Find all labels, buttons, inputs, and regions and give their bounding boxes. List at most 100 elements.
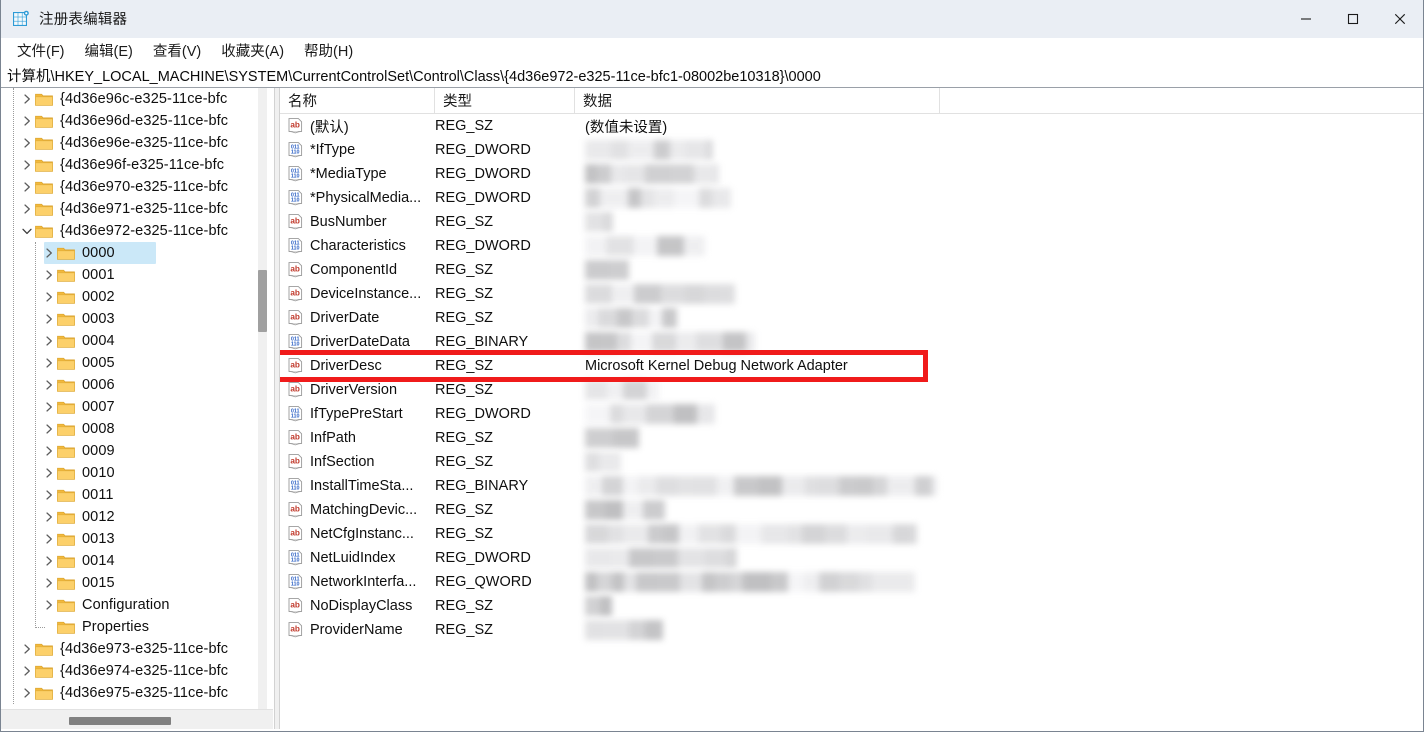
tree-item-0014[interactable]: 0014 bbox=[1, 550, 259, 572]
table-row[interactable]: ab InfSection REG_SZ bbox=[280, 450, 1423, 474]
table-row[interactable]: 011 110 NetLuidIndex REG_DWORD bbox=[280, 546, 1423, 570]
chevron-right-icon[interactable] bbox=[19, 132, 35, 154]
chevron-right-icon[interactable] bbox=[41, 264, 57, 286]
table-row[interactable]: 011 110 NetworkInterfa... REG_QWORD bbox=[280, 570, 1423, 594]
tree-item-label: 0011 bbox=[82, 487, 114, 503]
tree-item-0008[interactable]: 0008 bbox=[1, 418, 259, 440]
chevron-right-icon[interactable] bbox=[19, 154, 35, 176]
table-row[interactable]: 011 110 DriverDateData REG_BINARY bbox=[280, 330, 1423, 354]
tree-item-0007[interactable]: 0007 bbox=[1, 396, 259, 418]
close-button[interactable] bbox=[1376, 0, 1423, 37]
chevron-right-icon[interactable] bbox=[19, 88, 35, 110]
chevron-down-icon[interactable] bbox=[19, 220, 35, 242]
tree-item-0009[interactable]: 0009 bbox=[1, 440, 259, 462]
tree-item-0000[interactable]: 0000 bbox=[1, 242, 259, 264]
table-row[interactable]: ab MatchingDevic... REG_SZ bbox=[280, 498, 1423, 522]
table-row[interactable]: 011 110 IfTypePreStart REG_DWORD bbox=[280, 402, 1423, 426]
table-row[interactable]: ab (默认) REG_SZ (数值未设置) bbox=[280, 114, 1423, 138]
value-name-label: Characteristics bbox=[310, 238, 406, 254]
table-row[interactable]: ab NoDisplayClass REG_SZ bbox=[280, 594, 1423, 618]
chevron-right-icon[interactable] bbox=[41, 308, 57, 330]
chevron-right-icon[interactable] bbox=[41, 330, 57, 352]
menu-favorites[interactable]: 收藏夹(A) bbox=[212, 38, 293, 64]
tree-item-4d36e96fe32511cebfc[interactable]: {4d36e96f-e325-11ce-bfc bbox=[1, 154, 259, 176]
value-name-label: *IfType bbox=[310, 142, 356, 158]
redacted-value-blur bbox=[585, 380, 659, 400]
chevron-right-icon[interactable] bbox=[19, 682, 35, 704]
chevron-right-icon[interactable] bbox=[41, 484, 57, 506]
svg-text:110: 110 bbox=[291, 582, 300, 588]
chevron-right-icon[interactable] bbox=[19, 176, 35, 198]
chevron-right-icon[interactable] bbox=[41, 550, 57, 572]
table-row[interactable]: ab NetCfgInstanc... REG_SZ bbox=[280, 522, 1423, 546]
chevron-right-icon[interactable] bbox=[41, 462, 57, 484]
tree-item-0011[interactable]: 0011 bbox=[1, 484, 259, 506]
chevron-right-icon[interactable] bbox=[41, 352, 57, 374]
tree-item-4d36e974e32511cebfc[interactable]: {4d36e974-e325-11ce-bfc bbox=[1, 660, 259, 682]
menu-file[interactable]: 文件(F) bbox=[8, 38, 74, 64]
table-row[interactable]: ab BusNumber REG_SZ bbox=[280, 210, 1423, 234]
chevron-right-icon[interactable] bbox=[19, 638, 35, 660]
chevron-right-icon[interactable] bbox=[41, 572, 57, 594]
tree-item-4d36e96ce32511cebfc[interactable]: {4d36e96c-e325-11ce-bfc bbox=[1, 88, 259, 110]
tree-item-4d36e970e32511cebfc[interactable]: {4d36e970-e325-11ce-bfc bbox=[1, 176, 259, 198]
chevron-right-icon[interactable] bbox=[41, 374, 57, 396]
chevron-right-icon[interactable] bbox=[41, 528, 57, 550]
registry-tree[interactable]: {4d36e96c-e325-11ce-bfc {4d36e96d-e325-11… bbox=[1, 88, 259, 710]
tree-item-0010[interactable]: 0010 bbox=[1, 462, 259, 484]
chevron-right-icon[interactable] bbox=[41, 242, 57, 264]
table-row[interactable]: 011 110 Characteristics REG_DWORD bbox=[280, 234, 1423, 258]
tree-item-4d36e96ee32511cebfc[interactable]: {4d36e96e-e325-11ce-bfc bbox=[1, 132, 259, 154]
chevron-right-icon[interactable] bbox=[41, 418, 57, 440]
tree-item-configuration[interactable]: Configuration bbox=[1, 594, 259, 616]
tree-item-0015[interactable]: 0015 bbox=[1, 572, 259, 594]
folder-icon bbox=[57, 620, 75, 634]
table-row[interactable]: ab DeviceInstance... REG_SZ bbox=[280, 282, 1423, 306]
tree-item-0012[interactable]: 0012 bbox=[1, 506, 259, 528]
table-row[interactable]: ab InfPath REG_SZ bbox=[280, 426, 1423, 450]
tree-item-4d36e96de32511cebfc[interactable]: {4d36e96d-e325-11ce-bfc bbox=[1, 110, 259, 132]
tree-item-0004[interactable]: 0004 bbox=[1, 330, 259, 352]
tree-item-4d36e973e32511cebfc[interactable]: {4d36e973-e325-11ce-bfc bbox=[1, 638, 259, 660]
tree-item-4d36e975e32511cebfc[interactable]: {4d36e975-e325-11ce-bfc bbox=[1, 682, 259, 704]
chevron-right-icon[interactable] bbox=[41, 396, 57, 418]
column-header-type[interactable]: 类型 bbox=[435, 88, 575, 113]
chevron-right-icon[interactable] bbox=[41, 594, 57, 616]
chevron-right-icon[interactable] bbox=[19, 660, 35, 682]
tree-item-4d36e971e32511cebfc[interactable]: {4d36e971-e325-11ce-bfc bbox=[1, 198, 259, 220]
tree-item-4d36e972e32511cebfc[interactable]: {4d36e972-e325-11ce-bfc bbox=[1, 220, 259, 242]
table-row[interactable]: ab ComponentId REG_SZ bbox=[280, 258, 1423, 282]
maximize-button[interactable] bbox=[1329, 0, 1376, 37]
minimize-button[interactable] bbox=[1282, 0, 1329, 37]
column-header-data[interactable]: 数据 bbox=[575, 88, 940, 113]
column-header-name[interactable]: 名称 bbox=[280, 88, 435, 113]
chevron-right-icon[interactable] bbox=[19, 110, 35, 132]
values-list[interactable]: ab (默认) REG_SZ (数值未设置) 011 110 *IfType REG_DWOR… bbox=[280, 114, 1423, 642]
tree-item-0002[interactable]: 0002 bbox=[1, 286, 259, 308]
chevron-right-icon[interactable] bbox=[41, 506, 57, 528]
tree-item-0001[interactable]: 0001 bbox=[1, 264, 259, 286]
chevron-right-icon[interactable] bbox=[41, 286, 57, 308]
table-row[interactable]: 011 110 *PhysicalMedia... REG_DWORD bbox=[280, 186, 1423, 210]
address-bar[interactable]: 计算机\HKEY_LOCAL_MACHINE\SYSTEM\CurrentCon… bbox=[1, 64, 1423, 88]
table-row[interactable]: 011 110 *MediaType REG_DWORD bbox=[280, 162, 1423, 186]
table-row[interactable]: ab DriverDate REG_SZ bbox=[280, 306, 1423, 330]
tree-vertical-scrollbar[interactable] bbox=[258, 88, 267, 710]
table-row[interactable]: ab DriverDesc REG_SZ Microsoft Kernel Debug… bbox=[280, 354, 1423, 378]
tree-item-0006[interactable]: 0006 bbox=[1, 374, 259, 396]
tree-vscroll-thumb[interactable] bbox=[258, 270, 267, 332]
menu-edit[interactable]: 编辑(E) bbox=[76, 38, 142, 64]
tree-item-0013[interactable]: 0013 bbox=[1, 528, 259, 550]
menu-view[interactable]: 查看(V) bbox=[144, 38, 210, 64]
table-row[interactable]: 011 110 InstallTimeSta... REG_BINARY bbox=[280, 474, 1423, 498]
table-row[interactable]: ab ProviderName REG_SZ bbox=[280, 618, 1423, 642]
chevron-right-icon[interactable] bbox=[41, 440, 57, 462]
menu-help[interactable]: 帮助(H) bbox=[295, 38, 362, 64]
chevron-right-icon[interactable] bbox=[19, 198, 35, 220]
tree-item-0005[interactable]: 0005 bbox=[1, 352, 259, 374]
table-row[interactable]: ab DriverVersion REG_SZ bbox=[280, 378, 1423, 402]
table-row[interactable]: 011 110 *IfType REG_DWORD bbox=[280, 138, 1423, 162]
tree-hscroll-thumb[interactable] bbox=[69, 717, 171, 725]
tree-item-0003[interactable]: 0003 bbox=[1, 308, 259, 330]
string-value-icon: ab bbox=[288, 310, 303, 326]
